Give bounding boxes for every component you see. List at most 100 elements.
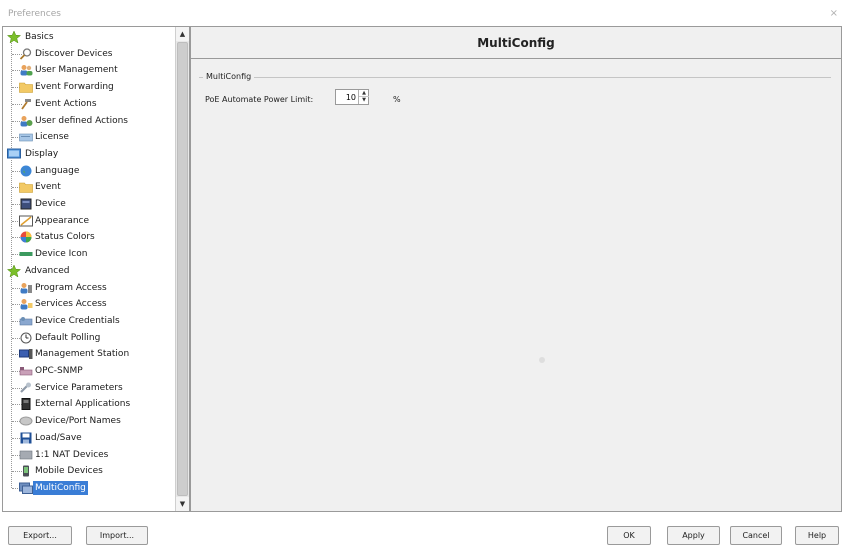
tree-item-license[interactable]: License <box>19 129 71 145</box>
tree-item-mobile-devices[interactable]: Mobile Devices <box>19 463 105 479</box>
display-icon <box>7 148 21 160</box>
scroll-thumb[interactable] <box>177 42 188 496</box>
tree-item-program-access[interactable]: Program Access <box>19 280 109 296</box>
tree-item-label: MultiConfig <box>33 480 88 495</box>
device-icon <box>19 198 33 210</box>
station-icon <box>19 348 33 360</box>
scroll-down-arrow-icon[interactable]: ▼ <box>176 497 189 511</box>
percent-unit: % <box>393 95 401 104</box>
device-icon-icon <box>19 248 33 260</box>
group-title: MultiConfig <box>203 72 255 81</box>
apply-button[interactable]: Apply <box>667 526 720 545</box>
event-folder-icon <box>19 181 33 194</box>
tree-item-appearance[interactable]: Appearance <box>19 213 91 229</box>
tree-item-status-colors[interactable]: Status Colors <box>19 229 97 245</box>
poe-power-limit-input[interactable] <box>336 90 358 104</box>
tree-item-label: Management Station <box>35 349 130 360</box>
tree-item-event-actions[interactable]: Event Actions <box>19 96 99 112</box>
tree-item-label: Event <box>35 182 61 193</box>
tree-item-label: Device Icon <box>35 249 88 260</box>
event-folder-icon <box>19 81 33 93</box>
tree-item-multiconfig[interactable]: MultiConfig <box>19 480 88 496</box>
content-title: MultiConfig <box>191 27 841 59</box>
tree-item-label: User Management <box>35 65 118 76</box>
tree-item-label: Service Parameters <box>35 382 123 393</box>
scroll-up-arrow-icon[interactable]: ▲ <box>176 27 189 41</box>
external-apps-icon <box>19 398 33 411</box>
ok-button[interactable]: OK <box>607 526 651 545</box>
tree-item-label: Display <box>25 148 59 159</box>
tree-item-event[interactable]: Event <box>19 179 63 195</box>
tree-item-label: Appearance <box>35 215 90 226</box>
tree-item-discover-devices[interactable]: Discover Devices <box>19 46 114 62</box>
tree-item-device-credentials[interactable]: Device Credentials <box>19 313 122 329</box>
import-button[interactable]: Import... <box>86 526 148 545</box>
tree-item-label: Program Access <box>35 282 107 293</box>
tree-item-label: Mobile Devices <box>35 466 103 477</box>
tree-item-label: External Applications <box>35 399 131 410</box>
tree-item-opc-snmp[interactable]: OPC-SNMP <box>19 363 85 379</box>
poe-power-limit-spinner[interactable]: ▲ ▼ <box>335 89 369 105</box>
spin-up-icon[interactable]: ▲ <box>359 90 369 97</box>
tree-item-label: Services Access <box>35 299 107 310</box>
tree-item-label: Load/Save <box>35 432 82 443</box>
nat-icon <box>19 449 33 461</box>
tree-item-label: Basics <box>25 32 54 42</box>
tree-item-device-port-names[interactable]: Device/Port Names <box>19 413 123 429</box>
tree-item-label: Language <box>35 165 80 176</box>
appearance-icon <box>19 215 33 227</box>
services-access-icon <box>19 298 33 310</box>
users-icon <box>19 64 33 76</box>
floppy-icon <box>19 432 33 444</box>
tree-category-basics[interactable]: Basics <box>6 29 56 45</box>
tree-item-default-polling[interactable]: Default Polling <box>19 330 102 346</box>
tree-item-label: Device <box>35 199 66 209</box>
tree-item-label: Discover Devices <box>35 48 113 59</box>
tree-item-label: Advanced <box>25 265 70 276</box>
magnifier-icon <box>19 48 33 60</box>
loading-dot-icon <box>539 357 545 363</box>
multiconfig-icon <box>19 482 33 494</box>
help-button[interactable]: Help <box>795 526 839 545</box>
tree-item-label: Event Forwarding <box>35 82 114 93</box>
program-access-icon <box>19 282 33 294</box>
tree-item-service-parameters[interactable]: Service Parameters <box>19 380 125 396</box>
tree-item-label: Device/Port Names <box>35 416 121 427</box>
cancel-button[interactable]: Cancel <box>730 526 782 545</box>
star-icon <box>6 30 22 44</box>
tree-item-event-forwarding[interactable]: Event Forwarding <box>19 79 116 95</box>
tree-category-advanced[interactable]: Advanced <box>6 263 71 279</box>
tree-item-label: User defined Actions <box>35 115 128 126</box>
content-panel: MultiConfig MultiConfig PoE Automate Pow… <box>190 26 842 512</box>
star-icon <box>6 264 22 278</box>
tree-item-language[interactable]: Language <box>19 163 81 179</box>
tree-item-services-access[interactable]: Services Access <box>19 296 109 312</box>
clock-icon <box>19 332 33 344</box>
tree-item-management-station[interactable]: Management Station <box>19 346 131 362</box>
close-button[interactable]: × <box>830 8 838 19</box>
poe-power-limit-label: PoE Automate Power Limit: <box>205 95 314 104</box>
export-button[interactable]: Export... <box>8 526 72 545</box>
hammer-icon <box>19 98 33 110</box>
tree-item-label: Event Actions <box>35 98 97 109</box>
tree-scrollbar[interactable]: ▲ ▼ <box>175 27 189 511</box>
tree-item-device[interactable]: Device <box>19 196 68 212</box>
title-bar: Preferences × <box>0 0 842 26</box>
license-icon <box>19 131 33 143</box>
opc-icon <box>19 365 33 377</box>
credentials-icon <box>19 315 33 327</box>
spinner-arrows[interactable]: ▲ ▼ <box>358 90 369 104</box>
tree-item-1-1-nat-devices[interactable]: 1:1 NAT Devices <box>19 447 110 463</box>
tree-item-user-defined-actions[interactable]: User defined Actions <box>19 113 130 129</box>
color-wheel-icon <box>19 231 33 243</box>
tree-item-label: Status Colors <box>35 232 95 243</box>
tree-item-external-applications[interactable]: External Applications <box>19 396 132 412</box>
mobile-icon <box>19 465 33 477</box>
spin-down-icon[interactable]: ▼ <box>359 97 369 104</box>
tree-item-label: License <box>35 132 69 143</box>
tree-item-device-icon[interactable]: Device Icon <box>19 246 89 262</box>
tree-category-display[interactable]: Display <box>7 146 60 162</box>
tree-item-user-management[interactable]: User Management <box>19 62 120 78</box>
user-actions-icon <box>19 115 33 127</box>
tree-item-load-save[interactable]: Load/Save <box>19 430 84 446</box>
